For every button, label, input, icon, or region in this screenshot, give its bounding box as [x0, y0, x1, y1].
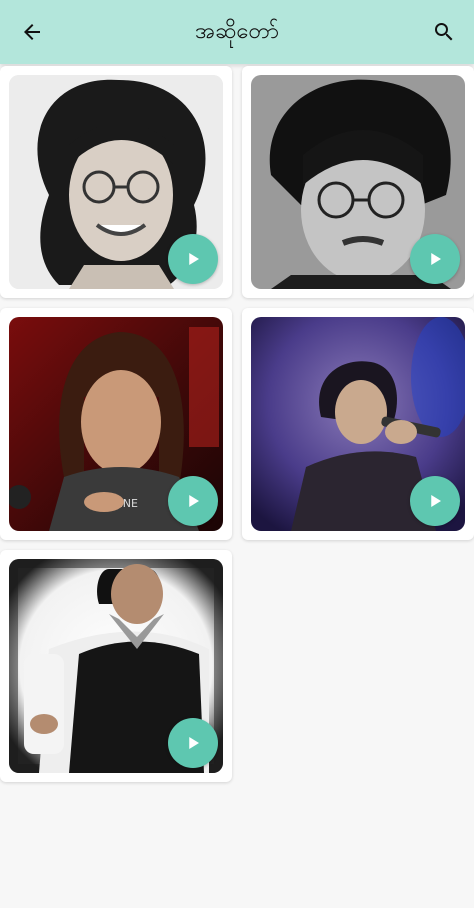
artist-card[interactable] — [242, 66, 474, 298]
play-button[interactable] — [410, 234, 460, 284]
play-button[interactable] — [410, 476, 460, 526]
app-bar: အဆိုတော် — [0, 0, 474, 64]
artist-card[interactable]: ACH ENE — [0, 308, 232, 540]
play-button[interactable] — [168, 718, 218, 768]
play-icon — [431, 253, 441, 265]
play-icon — [189, 737, 199, 749]
artist-card[interactable] — [0, 66, 232, 298]
page-title: အဆိုတော် — [195, 19, 279, 44]
artist-card[interactable] — [242, 308, 474, 540]
search-icon — [435, 23, 453, 41]
play-icon — [189, 495, 199, 507]
play-button[interactable] — [168, 476, 218, 526]
arrow-back-icon — [24, 24, 40, 40]
play-button[interactable] — [168, 234, 218, 284]
back-button[interactable] — [8, 8, 56, 56]
play-icon — [189, 253, 199, 265]
search-button[interactable] — [420, 8, 468, 56]
artist-card[interactable] — [0, 550, 232, 782]
play-icon — [431, 495, 441, 507]
